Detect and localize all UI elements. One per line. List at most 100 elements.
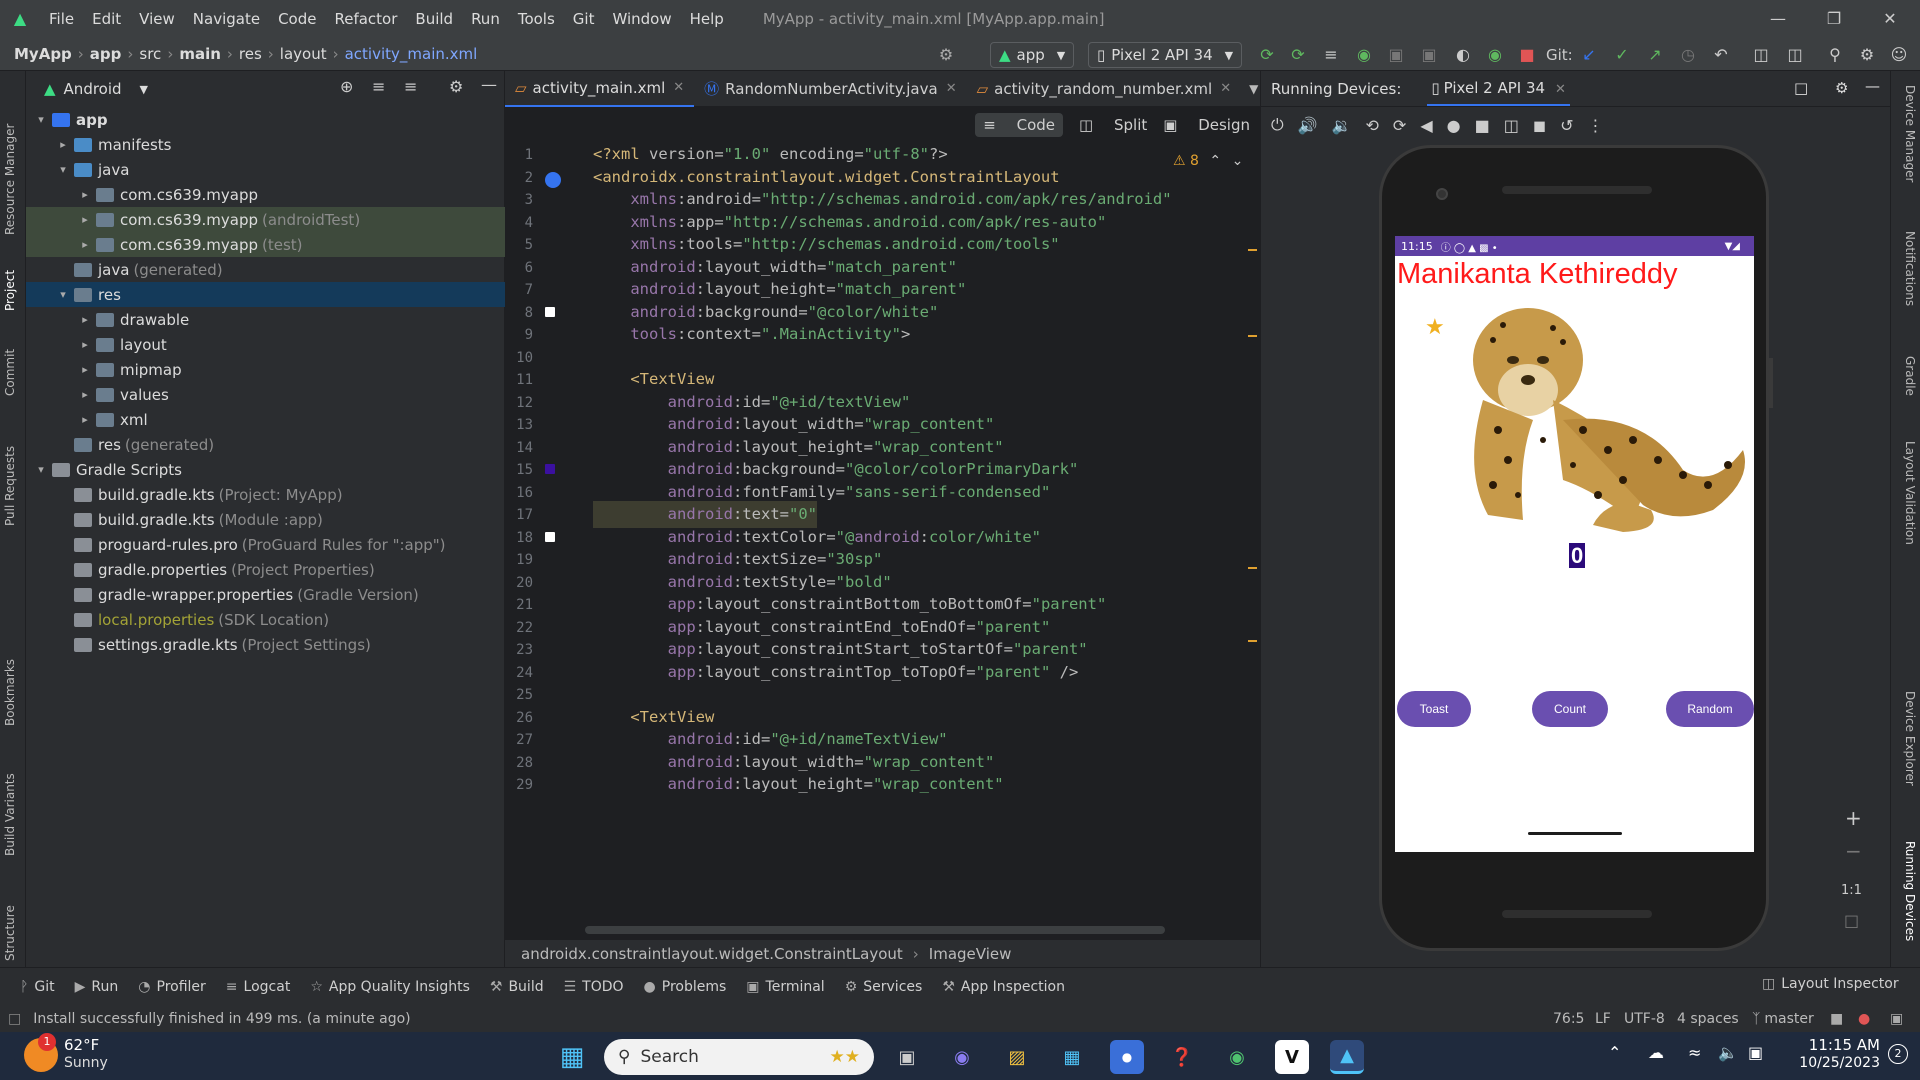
breadcrumb-constraint-layout[interactable]: androidx.constraintlayout.widget.Constra…: [521, 945, 903, 963]
rotate-left-icon[interactable]: ⟲: [1366, 116, 1379, 135]
breadcrumb-item[interactable]: MyApp: [0, 45, 72, 63]
count-button[interactable]: Count: [1532, 691, 1608, 727]
close-icon[interactable]: ✕: [1555, 82, 1566, 97]
tree-item[interactable]: settings.gradle.kts (Project Settings): [26, 632, 505, 657]
battery-icon[interactable]: ▣: [1748, 1043, 1763, 1062]
chevron-right-icon[interactable]: ▸: [78, 213, 92, 226]
toolwindow-logcat[interactable]: ≡ Logcat: [226, 979, 291, 995]
tree-item[interactable]: ▸ com.cs639.myapp: [26, 182, 505, 207]
screen-record-icon[interactable]: ◼: [1533, 116, 1546, 135]
back-icon[interactable]: ◀: [1420, 116, 1432, 135]
menu-refactor[interactable]: Refactor: [325, 10, 406, 28]
line-separator[interactable]: LF: [1595, 1011, 1611, 1027]
chevron-down-icon[interactable]: ▾: [56, 288, 70, 301]
home-icon[interactable]: ●: [1447, 116, 1461, 135]
tool-running-devices[interactable]: Running Devices: [1897, 841, 1917, 961]
menu-file[interactable]: File: [40, 10, 83, 28]
menu-git[interactable]: Git: [564, 10, 604, 28]
breadcrumb-item[interactable]: src: [139, 45, 161, 63]
device-dropdown[interactable]: ▯ Pixel 2 API 34 ▼: [1088, 42, 1243, 68]
toolwindow-run[interactable]: ▶ Run: [75, 979, 119, 995]
breadcrumb-item[interactable]: main: [179, 45, 221, 63]
chevron-right-icon[interactable]: ▸: [78, 413, 92, 426]
account-icon[interactable]: ☺: [1888, 44, 1910, 66]
tree-item[interactable]: build.gradle.kts (Module :app): [26, 507, 505, 532]
expand-all-icon[interactable]: ≡: [372, 77, 385, 96]
chevron-down-icon[interactable]: ▾: [34, 463, 48, 476]
menu-build[interactable]: Build: [406, 10, 462, 28]
collapse-all-icon[interactable]: ≡: [404, 77, 417, 96]
breadcrumb-item[interactable]: activity_main.xml: [345, 45, 478, 63]
chevron-down-icon[interactable]: ▾: [56, 163, 70, 176]
rollback-icon[interactable]: ↶: [1710, 44, 1732, 66]
stop-icon[interactable]: ■: [1516, 44, 1538, 66]
run-config-dropdown[interactable]: ▲ app ▼: [990, 42, 1075, 68]
volume-down-icon[interactable]: 🔉: [1332, 116, 1352, 135]
windows-start-icon[interactable]: ▦: [555, 1040, 589, 1074]
breadcrumb-item[interactable]: app: [90, 45, 122, 63]
task-view-icon[interactable]: ▣: [890, 1040, 924, 1074]
new-tab-icon[interactable]: □: [1794, 79, 1808, 97]
clock-time[interactable]: 11:15 AM: [1800, 1036, 1880, 1054]
tree-item[interactable]: ▸ com.cs639.myapp (androidTest): [26, 207, 505, 232]
tree-item[interactable]: ▾ res: [26, 282, 505, 307]
settings-icon[interactable]: ⚙: [1856, 44, 1878, 66]
volume-up-icon[interactable]: 🔊: [1298, 116, 1318, 135]
menu-run[interactable]: Run: [462, 10, 509, 28]
git-branch[interactable]: ᛉ master: [1752, 1011, 1814, 1027]
tree-item[interactable]: ▸ mipmap: [26, 357, 505, 382]
tree-item[interactable]: res (generated): [26, 432, 505, 457]
settings-icon[interactable]: ⚙: [1835, 79, 1848, 97]
code-area[interactable]: <?xml version="1.0" encoding="utf-8"?> <a…: [573, 143, 1243, 885]
toast-button[interactable]: Toast: [1397, 691, 1471, 727]
run-list-icon[interactable]: ≡: [1320, 44, 1342, 66]
zoom-actual-button[interactable]: 1:1: [1841, 883, 1862, 898]
tab-random-number-activity[interactable]: Ⓜ RandomNumberActivity.java ✕: [694, 71, 966, 107]
fit-screen-icon[interactable]: □: [1844, 911, 1859, 930]
chevron-right-icon[interactable]: ▸: [78, 313, 92, 326]
volume-icon[interactable]: 🔈: [1718, 1043, 1738, 1062]
code-line[interactable]: app:layout_constraintTop_toTopOf="parent…: [593, 659, 1079, 686]
attach-debugger-icon[interactable]: ▣: [1385, 44, 1407, 66]
bug-icon[interactable]: ◉: [1484, 44, 1506, 66]
menu-tools[interactable]: Tools: [509, 10, 564, 28]
chevron-right-icon[interactable]: ▸: [78, 388, 92, 401]
tool-structure[interactable]: Structure: [3, 871, 23, 961]
menu-window[interactable]: Window: [603, 10, 680, 28]
restore-icon[interactable]: ❐: [1806, 0, 1862, 37]
chevron-right-icon[interactable]: ▸: [78, 338, 92, 351]
close-icon[interactable]: ✕: [1220, 81, 1231, 96]
apply-code-changes-icon[interactable]: ⟳: [1287, 44, 1309, 66]
android-studio-taskbar-icon[interactable]: ▲: [1330, 1040, 1364, 1074]
weather-desc[interactable]: Sunny: [64, 1055, 108, 1071]
toolwindow-terminal[interactable]: ▣ Terminal: [746, 979, 824, 995]
file-encoding[interactable]: UTF-8: [1624, 1011, 1665, 1027]
breadcrumb-item[interactable]: res: [239, 45, 262, 63]
tree-item[interactable]: gradle-wrapper.properties (Gradle Version…: [26, 582, 505, 607]
close-icon[interactable]: ✕: [1862, 0, 1918, 37]
tab-pixel-2-api-34[interactable]: ▯ Pixel 2 API 34 ✕: [1427, 72, 1570, 106]
toolwindow-todo[interactable]: ☰ TODO: [564, 979, 624, 995]
toolwindow-profiler[interactable]: ◔ Profiler: [138, 979, 206, 995]
caret-position[interactable]: 76:5: [1553, 1011, 1584, 1027]
tool-layout-validation[interactable]: Layout Validation: [1897, 441, 1917, 571]
chrome-icon[interactable]: ◉: [1220, 1040, 1254, 1074]
memory-icon[interactable]: ▣: [1890, 1011, 1903, 1027]
tool-resource-manager[interactable]: Resource Manager: [3, 85, 23, 235]
tree-item[interactable]: ▸ manifests: [26, 132, 505, 157]
tree-item[interactable]: ▾ app: [26, 107, 505, 132]
taskbar-search[interactable]: ⚲ Search ★★: [604, 1039, 874, 1075]
power-icon[interactable]: ⏻: [1271, 115, 1284, 135]
tree-item[interactable]: java (generated): [26, 257, 505, 282]
tab-overflow-icon[interactable]: ▼: [1249, 82, 1258, 96]
tree-item[interactable]: local.properties (SDK Location): [26, 607, 505, 632]
breadcrumb-item[interactable]: layout: [280, 45, 327, 63]
error-icon[interactable]: ●: [1858, 1011, 1870, 1027]
layout-inspector-button[interactable]: ◫ Layout Inspector: [1762, 976, 1899, 992]
tool-notifications[interactable]: Notifications: [1897, 231, 1917, 331]
color-swatch-icon[interactable]: [545, 306, 555, 317]
profile-icon[interactable]: ◐: [1452, 44, 1474, 66]
tree-item[interactable]: ▾ java: [26, 157, 505, 182]
onedrive-icon[interactable]: ☁: [1648, 1043, 1664, 1062]
tab-activity-random-number[interactable]: ▱ activity_random_number.xml ✕: [967, 71, 1242, 107]
